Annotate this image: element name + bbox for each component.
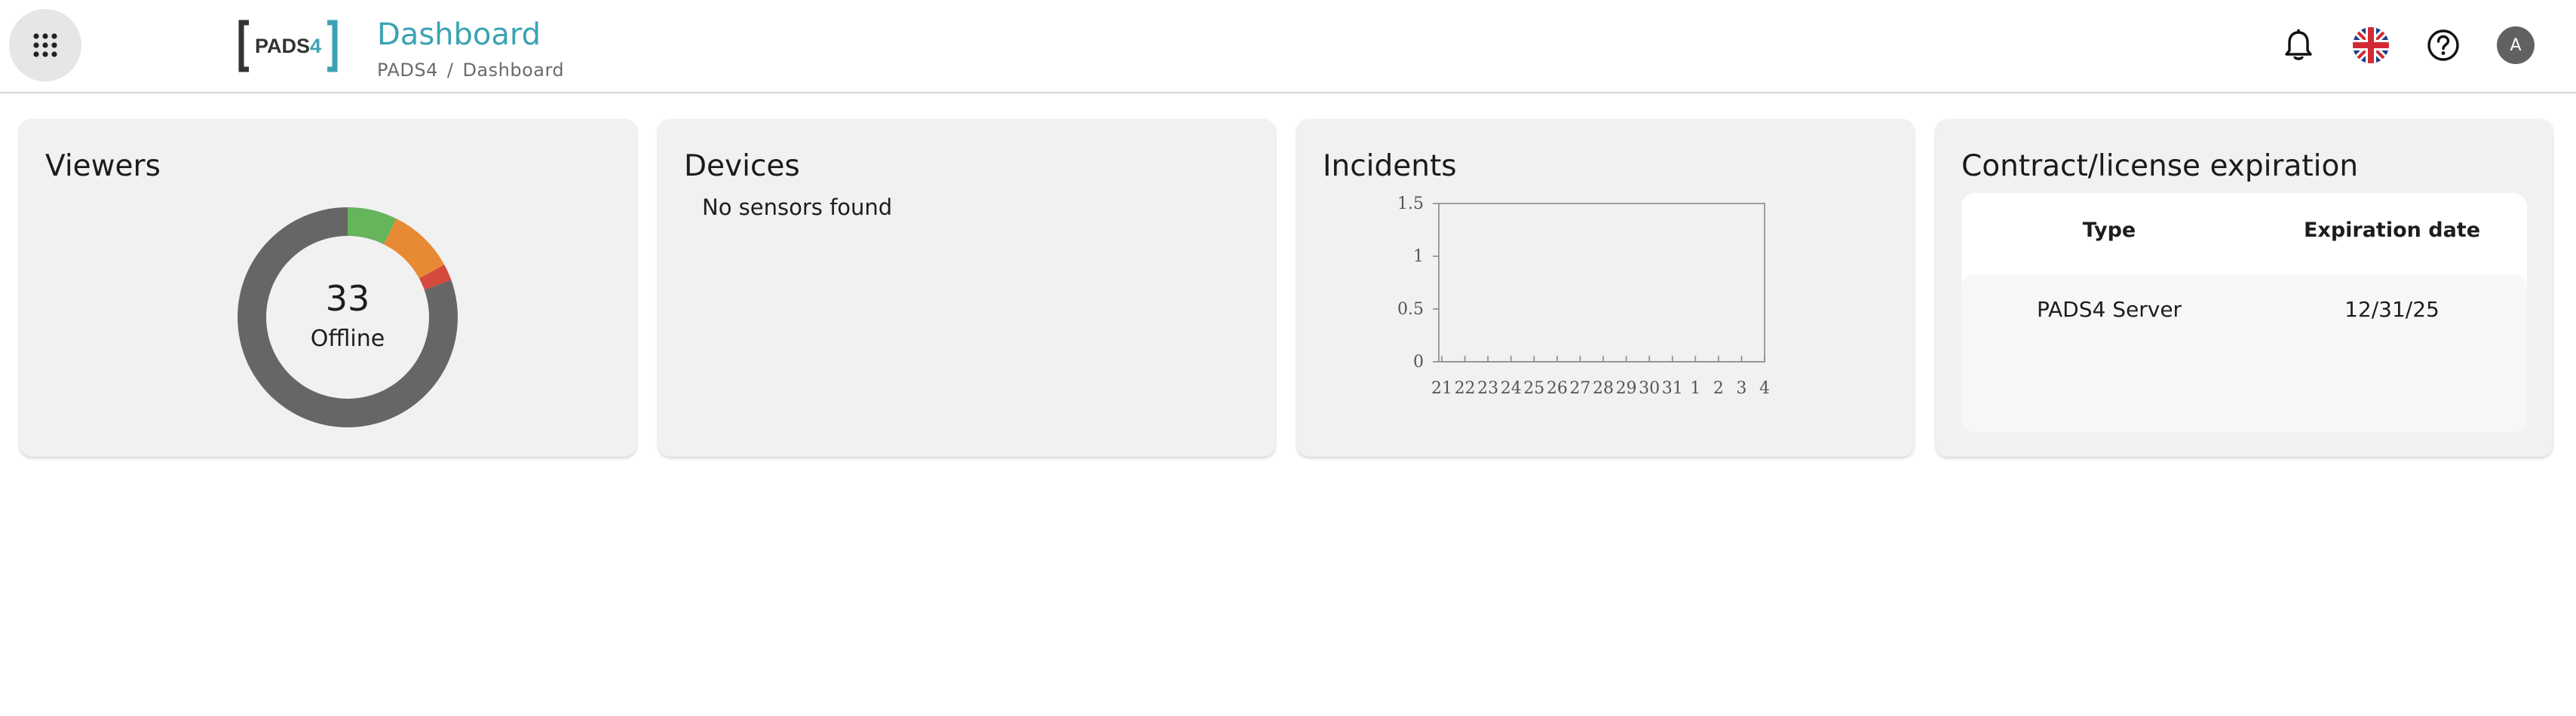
y-tick-label: 0.5 xyxy=(1397,300,1424,319)
contract-card[interactable]: Contract/license expiration Type Expirat… xyxy=(1936,119,2553,457)
app-header: PADS4 Dashboard PADS4 / Dashboard A xyxy=(0,0,2576,93)
title-block: Dashboard PADS4 / Dashboard xyxy=(377,15,564,81)
table-row[interactable]: PADS4 Server 12/31/25 xyxy=(1961,274,2527,433)
notifications-button[interactable] xyxy=(2277,24,2320,66)
x-tick-label: 1 xyxy=(1690,379,1700,398)
donut-value: 33 xyxy=(326,278,370,319)
x-tick-label: 4 xyxy=(1759,379,1770,398)
cell-expiration-date: 12/31/25 xyxy=(2344,297,2440,322)
x-tick-label: 22 xyxy=(1455,379,1476,398)
contract-card-title: Contract/license expiration xyxy=(1961,149,2359,183)
x-tick-label: 21 xyxy=(1431,379,1452,398)
breadcrumb-separator: / xyxy=(446,60,454,81)
incidents-chart: 00.511.521 22 23 24 25 26 27 28 29 30 31 1 2 3 4 xyxy=(1397,194,1770,398)
y-tick-label: 1.5 xyxy=(1397,194,1424,213)
table-header-row: Type Expiration date xyxy=(1961,193,2527,274)
viewers-card-title: Viewers xyxy=(45,149,161,183)
x-tick-label: 28 xyxy=(1593,379,1614,398)
cell-type: PADS4 Server xyxy=(2036,297,2182,322)
apps-grid-icon xyxy=(33,33,57,57)
x-tick-label: 2 xyxy=(1713,379,1724,398)
viewers-card[interactable]: Viewers 33 Offline xyxy=(20,119,636,457)
devices-card[interactable]: Devices No sensors found xyxy=(658,119,1275,457)
no-sensors-message: No sensors found xyxy=(702,194,893,220)
pads4-logo[interactable]: PADS4 xyxy=(238,20,338,72)
plot-area-frame xyxy=(1438,203,1765,363)
bell-icon xyxy=(2285,29,2312,60)
apps-menu-button[interactable] xyxy=(9,9,81,81)
x-tick-label: 24 xyxy=(1501,379,1522,398)
incidents-card-title: Incidents xyxy=(1323,149,1457,183)
x-tick-label: 25 xyxy=(1523,379,1544,398)
account-button[interactable]: A xyxy=(2495,24,2537,66)
breadcrumb-item-dashboard: Dashboard xyxy=(462,60,565,81)
page-title: Dashboard xyxy=(377,17,541,52)
column-header-expiration-date[interactable]: Expiration date xyxy=(2257,219,2527,242)
y-tick-label: 0 xyxy=(1413,353,1424,372)
uk-flag-icon xyxy=(2353,27,2389,63)
contract-table: Type Expiration date PADS4 Server 12/31/… xyxy=(1961,193,2527,433)
help-circle-icon xyxy=(2427,29,2459,61)
donut-segment-warning[interactable] xyxy=(383,219,445,279)
svg-text:PADS4: PADS4 xyxy=(255,35,321,57)
viewers-donut-chart[interactable]: 33 Offline xyxy=(219,188,477,446)
x-tick-label: 26 xyxy=(1547,379,1568,398)
x-tick-label: 30 xyxy=(1639,379,1660,398)
help-button[interactable] xyxy=(2422,24,2464,66)
avatar-initial: A xyxy=(2510,35,2522,55)
x-tick-label: 31 xyxy=(1662,379,1683,398)
incidents-card[interactable]: Incidents 0 0.5 1 1.5 21 22 23 24 25 26 27 28 29 30 31… xyxy=(1297,119,1914,457)
breadcrumb-item-pads4[interactable]: PADS4 xyxy=(377,60,438,81)
donut-label: Offline xyxy=(311,326,385,352)
x-tick-label: 3 xyxy=(1736,379,1746,398)
column-header-type[interactable]: Type xyxy=(1961,219,2257,242)
language-button[interactable] xyxy=(2350,24,2392,66)
x-tick-label: 27 xyxy=(1569,379,1590,398)
breadcrumb: PADS4 / Dashboard xyxy=(377,59,564,81)
x-tick-label: 29 xyxy=(1616,379,1637,398)
y-tick-label: 1 xyxy=(1413,247,1424,266)
avatar: A xyxy=(2497,26,2535,64)
devices-card-title: Devices xyxy=(684,149,800,183)
x-tick-label: 23 xyxy=(1477,379,1498,398)
